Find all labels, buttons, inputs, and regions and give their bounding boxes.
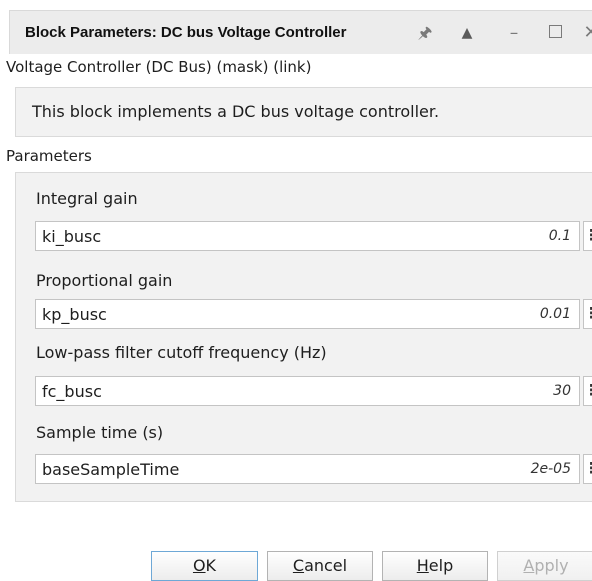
window-title: Block Parameters: DC bus Voltage Control…	[25, 24, 347, 41]
cancel-mnemonic: C	[292, 556, 305, 575]
cutoff-frequency-menu-icon[interactable]: ⋮	[583, 376, 592, 406]
up-arrow-icon[interactable]: ▲	[452, 11, 482, 55]
cutoff-frequency-field[interactable]: fc_busc 30	[35, 376, 580, 406]
minimize-icon[interactable]: –	[499, 11, 529, 55]
integral-gain-field[interactable]: ki_busc 0.1	[35, 221, 580, 251]
sample-time-field[interactable]: baseSampleTime 2e-05	[35, 454, 580, 484]
ok-button[interactable]: OK	[151, 551, 258, 581]
sample-time-menu-icon[interactable]: ⋮	[583, 454, 592, 484]
pin-icon[interactable]: 🖈	[410, 11, 440, 55]
help-mnemonic: H	[416, 556, 429, 575]
proportional-gain-value: kp_busc	[42, 305, 107, 324]
ok-label: K	[205, 556, 217, 575]
proportional-gain-menu-icon[interactable]: ⋮	[583, 299, 592, 329]
title-bar[interactable]: Block Parameters: DC bus Voltage Control…	[9, 10, 592, 54]
cutoff-frequency-value: fc_busc	[42, 382, 102, 401]
maximize-icon[interactable]	[540, 11, 570, 55]
sample-time-value: baseSampleTime	[42, 460, 180, 479]
cutoff-frequency-label: Low-pass filter cutoff frequency (Hz)	[36, 343, 327, 362]
integral-gain-label: Integral gain	[36, 189, 138, 208]
help-button[interactable]: Help	[382, 551, 488, 581]
proportional-gain-evaluated: 0.01	[539, 306, 571, 322]
cutoff-frequency-evaluated: 30	[553, 383, 571, 399]
parameters-panel: Integral gain ki_busc 0.1 ⋮ Proportional…	[15, 172, 592, 502]
help-label: elp	[428, 556, 454, 575]
description-panel: This block implements a DC bus voltage c…	[15, 87, 592, 137]
apply-button[interactable]: Apply	[497, 551, 592, 581]
ok-mnemonic: O	[192, 556, 206, 575]
sample-time-label: Sample time (s)	[36, 423, 164, 442]
proportional-gain-field[interactable]: kp_busc 0.01	[35, 299, 580, 329]
cancel-label: ancel	[304, 556, 348, 575]
integral-gain-menu-icon[interactable]: ⋮	[583, 221, 592, 251]
parameters-header: Parameters	[6, 147, 92, 165]
cancel-button[interactable]: Cancel	[267, 551, 373, 581]
apply-mnemonic: A	[523, 556, 535, 575]
close-icon[interactable]: ✕	[576, 11, 592, 55]
description-text: This block implements a DC bus voltage c…	[32, 102, 440, 121]
proportional-gain-label: Proportional gain	[36, 271, 173, 290]
sample-time-evaluated: 2e-05	[530, 461, 571, 477]
apply-label: pply	[534, 556, 569, 575]
integral-gain-evaluated: 0.1	[548, 228, 571, 244]
integral-gain-value: ki_busc	[42, 227, 102, 246]
mask-title: Voltage Controller (DC Bus) (mask) (link…	[6, 58, 312, 76]
